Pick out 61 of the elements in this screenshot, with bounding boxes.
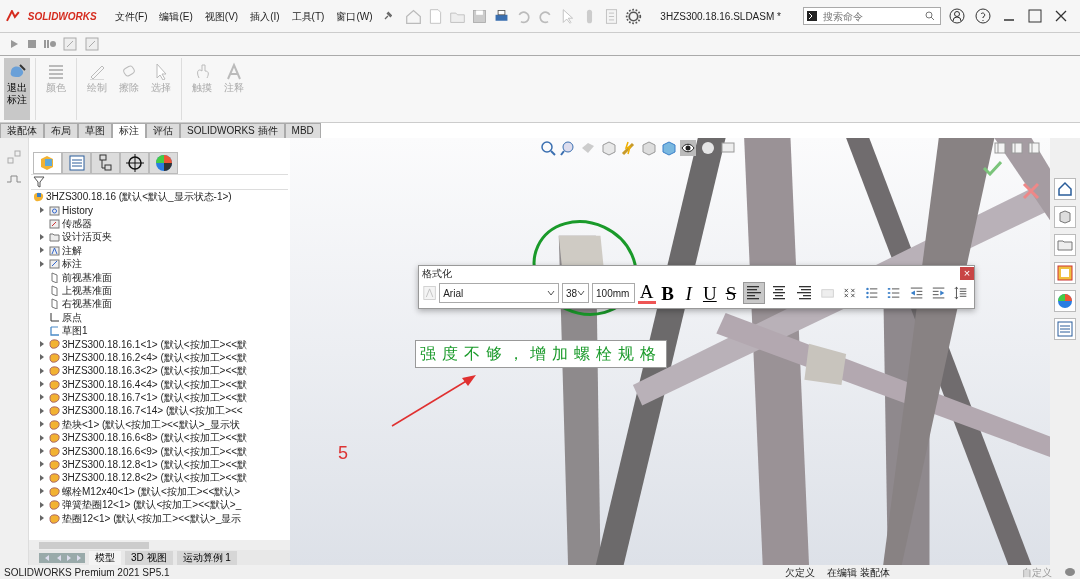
search-input[interactable]: 搜索命令 [820, 7, 921, 25]
format-button[interactable]: I [679, 282, 698, 304]
close-button[interactable]: × [960, 266, 974, 280]
dialog-title: 格式化 [422, 266, 452, 281]
status-text: SOLIDWORKS Premium 2021 SP5.1 [4, 565, 170, 579]
tree-item[interactable]: 3HZS300.18.16.1<1> (默认<按加工><<默 [62, 336, 248, 352]
command-tab[interactable]: MBD [284, 123, 321, 138]
ribbon-button[interactable]: 退出标注 [4, 58, 30, 120]
format-button[interactable]: S [721, 282, 740, 304]
annotation-number: 5 [338, 442, 348, 465]
status-text: 在编辑 装配体 [827, 565, 890, 579]
menu-item[interactable]: 工具(T) [289, 8, 327, 24]
note-text-field[interactable]: 强度不够，增加螺栓规格 [415, 340, 667, 368]
tree-item[interactable]: 3HZS300.18.16.6<9> (默认<按加工><<默 [62, 443, 248, 459]
format-button[interactable]: B [658, 282, 677, 304]
menu-item[interactable]: 窗口(W) [334, 8, 375, 24]
command-tab[interactable]: SOLIDWORKS 插件 [180, 123, 285, 138]
model-tab[interactable]: 模型 [89, 550, 121, 565]
command-tab[interactable]: 标注 [112, 123, 146, 138]
format-button[interactable]: A [637, 282, 656, 304]
tree-item[interactable]: 弹簧垫圈12<1> (默认<按加工><<默认>_ [62, 497, 242, 513]
window-title: 3HZS300.18.16.SLDASM * [660, 9, 781, 24]
menu-item[interactable]: 插入(I) [248, 8, 282, 24]
app-logo: SOLIDWORKS [27, 9, 97, 24]
height-field[interactable]: 100mm [592, 283, 635, 303]
menu-item[interactable]: 文件(F) [112, 8, 150, 24]
tree-item[interactable]: 右视基准面 [62, 296, 112, 312]
font-dropdown[interactable]: Arial [439, 283, 559, 303]
format-button[interactable]: U [700, 282, 719, 304]
tree-item[interactable]: 设计活页夹 [62, 229, 112, 245]
tree-item[interactable]: 3HZS300.18.12.8<2> (默认<按加工><<默 [62, 470, 248, 486]
tree-item[interactable]: 上视基准面 [62, 282, 112, 298]
tree-item[interactable]: 3HZS300.18.16.2<4> (默认<按加工><<默 [62, 349, 248, 365]
font-size-dropdown[interactable]: 38 [561, 283, 590, 303]
tree-item[interactable]: 3HZS300.18.16.4<4> (默认<按加工><<默 [62, 376, 248, 392]
tree-item[interactable]: 3HZS300.18.12.8<1> (默认<按加工><<默 [62, 457, 248, 472]
tree-item[interactable]: 原点 [62, 309, 82, 325]
command-tab[interactable]: 草图 [78, 123, 112, 138]
status-text: 欠定义 [785, 565, 816, 579]
model-tab[interactable]: 3D 视图 [125, 550, 173, 565]
menu-item[interactable]: 视图(V) [202, 8, 241, 24]
tree-item[interactable]: 螺栓M12x40<1> (默认<按加工><<默认> [62, 483, 241, 499]
tree-item[interactable]: 3HZS300.18.16.3<2> (默认<按加工><<默 [62, 363, 248, 379]
command-tab[interactable]: 评估 [146, 123, 180, 138]
tree-item[interactable]: 3HZS300.18.16.7<1> (默认<按加工><<默 [62, 390, 248, 406]
tree-item[interactable]: 3HZS300.18.16.6<8> (默认<按加工><<默 [62, 430, 248, 446]
tree-item[interactable]: 3HZS300.18.16 (默认<默认_显示状态-1>) [46, 190, 232, 205]
tree-item[interactable]: 草图1 [62, 323, 88, 339]
menu-item[interactable]: 编辑(E) [157, 8, 195, 24]
model-tab[interactable]: 运动算例 1 [176, 550, 237, 565]
tree-item[interactable]: 注解 [62, 242, 82, 258]
tree-item[interactable]: 垫圈12<1> (默认<按加工><<默认>_显示 [62, 510, 242, 526]
tree-item[interactable]: 3HZS300.18.16.7<14> (默认<按加工><< [62, 403, 243, 419]
command-tab[interactable]: 装配体 [0, 123, 44, 138]
tree-item[interactable]: History [62, 202, 94, 218]
command-tab[interactable]: 布局 [44, 123, 78, 138]
search-field[interactable]: 搜索命令 [802, 7, 941, 25]
tree-item[interactable]: 前视基准面 [62, 269, 112, 285]
tree-item[interactable]: 传感器 [62, 216, 92, 231]
tree-item[interactable]: 标注 [62, 256, 82, 272]
tree-item[interactable]: 垫块<1> (默认<按加工><<默认>_显示状 [62, 416, 241, 432]
